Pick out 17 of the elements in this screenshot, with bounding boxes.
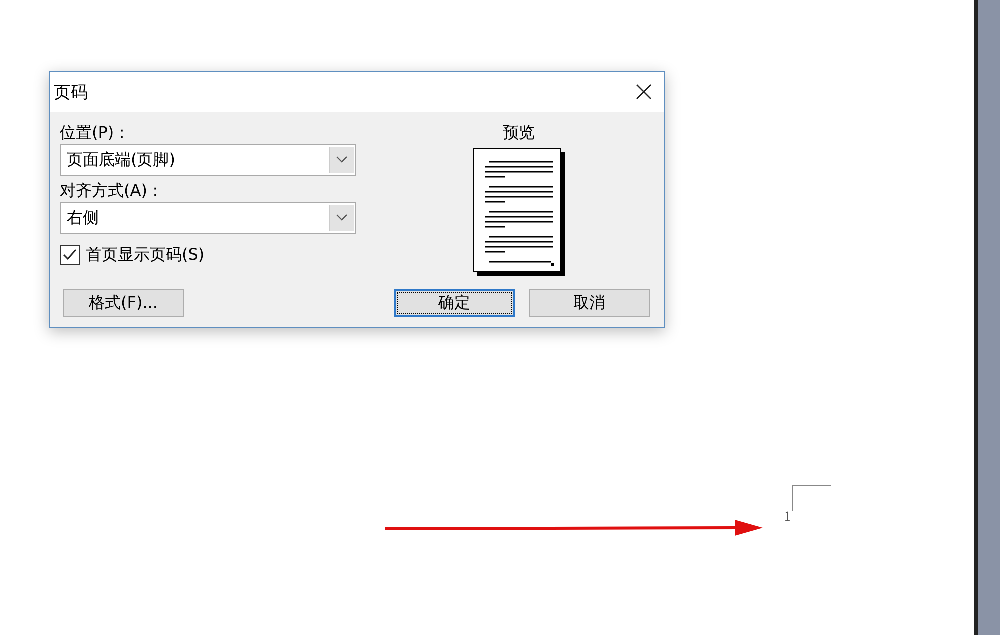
window-title: 页码 bbox=[54, 82, 88, 104]
close-icon[interactable] bbox=[636, 84, 652, 100]
preview-label: 预览 bbox=[503, 122, 535, 144]
cancel-button[interactable]: 取消 bbox=[529, 289, 650, 317]
chevron-down-icon bbox=[336, 214, 348, 222]
chevron-down-icon bbox=[336, 156, 348, 164]
ok-button[interactable]: 确定 bbox=[394, 289, 515, 317]
position-dropdown[interactable]: 页面底端(页脚) bbox=[60, 144, 356, 176]
corner-mark bbox=[792, 485, 832, 511]
check-icon bbox=[63, 249, 77, 261]
checkbox-label[interactable]: 首页显示页码(S) bbox=[86, 244, 205, 266]
alignment-dropdown[interactable]: 右侧 bbox=[60, 202, 356, 234]
page-number: 1 bbox=[784, 510, 791, 526]
format-button[interactable]: 格式(F)... bbox=[63, 289, 184, 317]
checkbox[interactable] bbox=[60, 245, 80, 265]
field-label: 位置(P)： bbox=[60, 122, 132, 144]
field-label: 对齐方式(A)： bbox=[60, 180, 164, 202]
